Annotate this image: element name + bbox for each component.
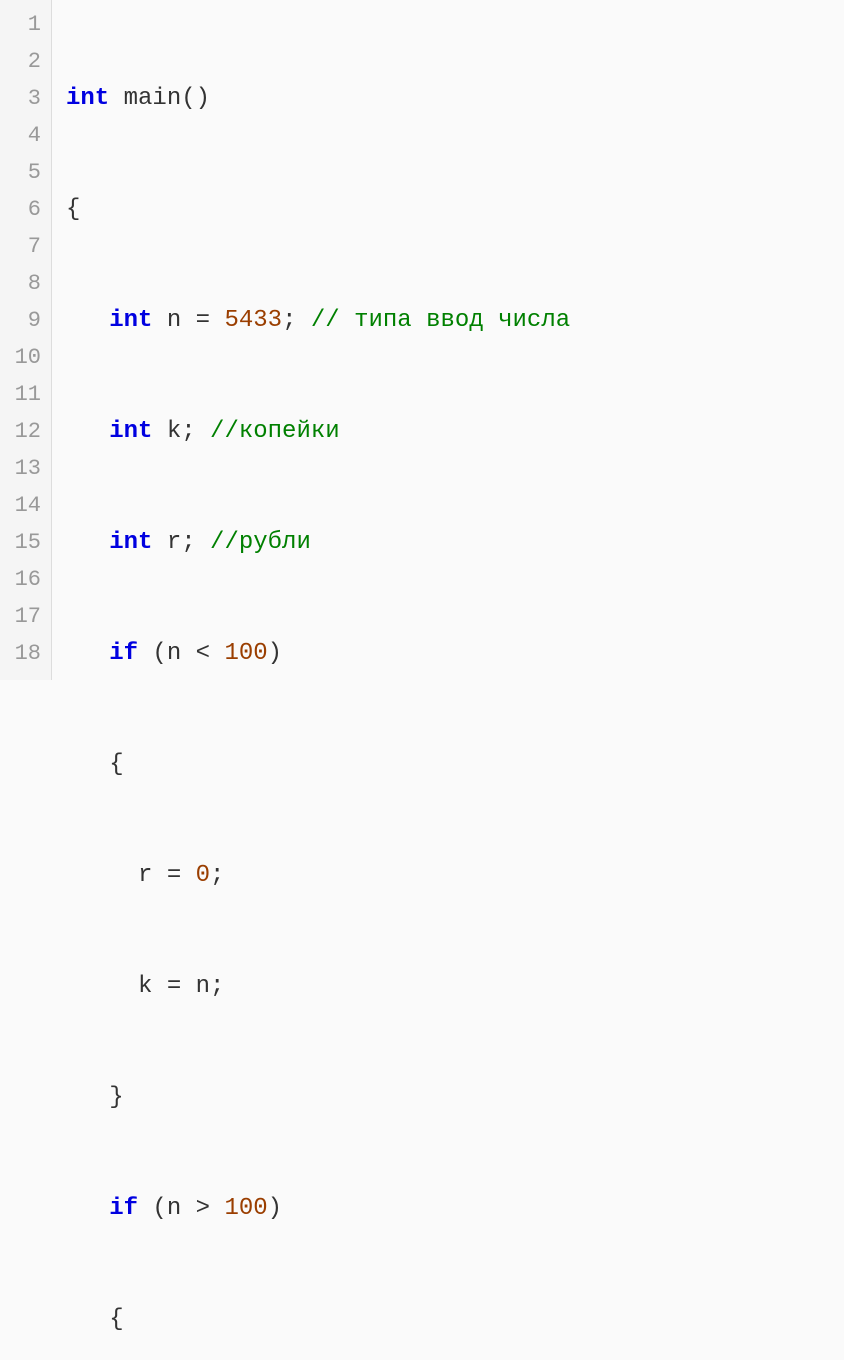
code-text: (n <	[138, 640, 224, 667]
line-number: 8	[0, 265, 41, 302]
number-literal: 5433	[224, 307, 282, 334]
line-number: 11	[0, 376, 41, 413]
code-line: int main()	[66, 80, 844, 117]
code-text: {	[66, 751, 124, 778]
code-line: if (n < 100)	[66, 635, 844, 672]
code-line: k = n;	[66, 968, 844, 1005]
comment: //копейки	[210, 418, 340, 445]
keyword: if	[109, 640, 138, 667]
line-number: 2	[0, 43, 41, 80]
code-text: )	[268, 1195, 282, 1222]
keyword: int	[109, 418, 152, 445]
line-number: 5	[0, 154, 41, 191]
comment: //рубли	[210, 529, 311, 556]
line-number-gutter: 1 2 3 4 5 6 7 8 9 10 11 12 13 14 15 16 1…	[0, 0, 52, 680]
code-text: n =	[152, 307, 224, 334]
code-line: {	[66, 191, 844, 228]
line-number: 10	[0, 339, 41, 376]
number-literal: 100	[224, 1195, 267, 1222]
code-text: main()	[109, 85, 210, 112]
comment: // типа ввод числа	[311, 307, 570, 334]
code-line: if (n > 100)	[66, 1190, 844, 1227]
code-text: )	[268, 640, 282, 667]
line-number: 12	[0, 413, 41, 450]
code-text	[66, 307, 109, 334]
code-text: {	[66, 196, 80, 223]
line-number: 15	[0, 524, 41, 561]
line-number: 1	[0, 6, 41, 43]
line-number: 14	[0, 487, 41, 524]
keyword: if	[109, 1195, 138, 1222]
line-number: 7	[0, 228, 41, 265]
keyword: int	[66, 85, 109, 112]
number-literal: 0	[196, 862, 210, 889]
code-text: (n >	[138, 1195, 224, 1222]
line-number: 3	[0, 80, 41, 117]
line-number: 13	[0, 450, 41, 487]
line-number: 17	[0, 598, 41, 635]
keyword: int	[109, 307, 152, 334]
code-line: {	[66, 746, 844, 783]
keyword: int	[109, 529, 152, 556]
code-text	[66, 640, 109, 667]
line-number: 18	[0, 635, 41, 672]
code-text	[66, 418, 109, 445]
code-text: ;	[282, 307, 311, 334]
code-line: }	[66, 1079, 844, 1116]
code-text: {	[66, 1306, 124, 1333]
code-text: }	[66, 1084, 124, 1111]
code-line: r = 0;	[66, 857, 844, 894]
line-number: 4	[0, 117, 41, 154]
code-line: int k; //копейки	[66, 413, 844, 450]
code-text: r =	[66, 862, 196, 889]
code-text	[66, 1195, 109, 1222]
line-number: 9	[0, 302, 41, 339]
code-line: {	[66, 1301, 844, 1338]
code-editor[interactable]: int main() { int n = 5433; // типа ввод …	[52, 0, 844, 680]
line-number: 16	[0, 561, 41, 598]
code-text	[66, 529, 109, 556]
code-text: k = n;	[66, 973, 224, 1000]
code-line: int n = 5433; // типа ввод числа	[66, 302, 844, 339]
line-number: 6	[0, 191, 41, 228]
number-literal: 100	[224, 640, 267, 667]
code-line: int r; //рубли	[66, 524, 844, 561]
code-text: ;	[210, 862, 224, 889]
code-text: r;	[152, 529, 210, 556]
code-text: k;	[152, 418, 210, 445]
